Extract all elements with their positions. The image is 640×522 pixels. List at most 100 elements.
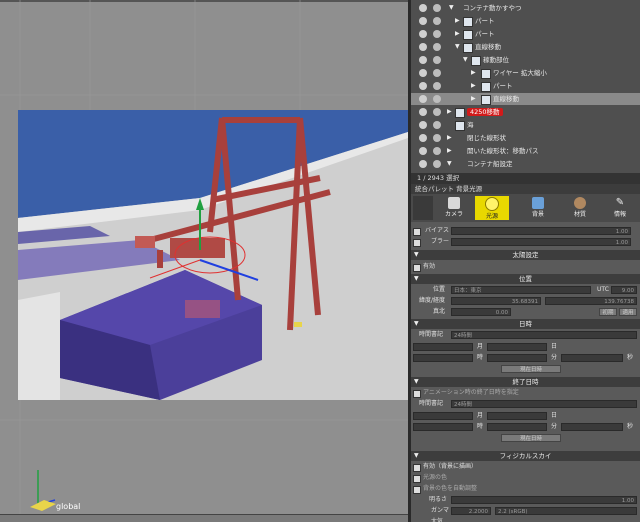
- render-icon[interactable]: [433, 108, 441, 116]
- scene-render[interactable]: [0, 0, 408, 522]
- expand-triangle-icon[interactable]: ▶: [455, 28, 460, 40]
- tab-light[interactable]: 光源: [475, 196, 509, 220]
- minute-field[interactable]: [487, 354, 547, 362]
- tree-row[interactable]: ▶ 4250移動: [411, 106, 640, 118]
- visibility-icon[interactable]: [419, 69, 427, 77]
- bg-color-checkbox[interactable]: [413, 486, 421, 494]
- bias-field[interactable]: 1.00: [451, 227, 631, 235]
- utc-field[interactable]: 9.00: [611, 286, 637, 294]
- visibility-icon[interactable]: [419, 17, 427, 25]
- expand-triangle-icon[interactable]: ▶: [447, 145, 452, 157]
- tab-material[interactable]: 材質: [563, 196, 597, 220]
- expand-triangle-icon[interactable]: ▶: [447, 132, 452, 144]
- enabled-checkbox[interactable]: [413, 264, 421, 272]
- visibility-icon[interactable]: [419, 43, 427, 51]
- tree-row[interactable]: ▼ 稼動部位: [411, 54, 640, 66]
- datetime-section-header[interactable]: ▼ 日時: [411, 319, 640, 329]
- visibility-icon[interactable]: [419, 160, 427, 168]
- expand-triangle-icon[interactable]: ▶: [471, 80, 476, 92]
- end-month-field[interactable]: [487, 412, 547, 420]
- tree-row[interactable]: ▶ パート: [411, 15, 640, 27]
- tree-row[interactable]: ▼ コンテナ動かすやつ: [411, 2, 640, 14]
- expand-triangle-icon[interactable]: ▼: [447, 158, 452, 170]
- visibility-icon[interactable]: [419, 108, 427, 116]
- end-now-button[interactable]: 現在日時: [501, 434, 561, 442]
- month-field[interactable]: [487, 343, 547, 351]
- light-color-row: 光源の色: [411, 473, 640, 483]
- tree-row[interactable]: ▶ 開いた線形状：移動パス: [411, 145, 640, 157]
- now-button[interactable]: 現在日時: [501, 365, 561, 373]
- render-icon[interactable]: [433, 56, 441, 64]
- visibility-icon[interactable]: [419, 4, 427, 12]
- end-minute-field[interactable]: [487, 423, 547, 431]
- render-icon[interactable]: [433, 147, 441, 155]
- end-time-row: 時分秒: [411, 422, 640, 432]
- expand-triangle-icon[interactable]: ▶: [455, 15, 460, 27]
- physical-section-header[interactable]: ▼ フィジカルスカイ: [411, 451, 640, 461]
- tab-scene[interactable]: [413, 196, 433, 220]
- tree-row[interactable]: 海: [411, 119, 640, 131]
- tree-row[interactable]: ▶ パート: [411, 80, 640, 92]
- sun-section-header[interactable]: ▼ 太陽設定: [411, 250, 640, 260]
- expand-triangle-icon[interactable]: ▶: [447, 106, 452, 118]
- blur-field[interactable]: 1.00: [451, 238, 631, 246]
- position-section-header[interactable]: ▼ 位置: [411, 274, 640, 284]
- second-field[interactable]: [561, 354, 623, 362]
- phys-enabled-checkbox[interactable]: [413, 464, 421, 472]
- end-year-field[interactable]: [413, 412, 473, 420]
- render-icon[interactable]: [433, 82, 441, 90]
- render-icon[interactable]: [433, 43, 441, 51]
- light-color-checkbox[interactable]: [413, 475, 421, 483]
- end-section-header[interactable]: ▼ 終了日時: [411, 377, 640, 387]
- visibility-icon[interactable]: [419, 95, 427, 103]
- end-anim-checkbox[interactable]: [413, 390, 421, 398]
- render-icon[interactable]: [433, 69, 441, 77]
- tab-info[interactable]: ✎ 情報: [603, 196, 637, 220]
- tree-row-selected[interactable]: ▶ 直線移動: [411, 93, 640, 105]
- tab-background[interactable]: 背景: [521, 196, 555, 220]
- dst-select[interactable]: 24時間: [451, 331, 637, 339]
- blur-checkbox[interactable]: [413, 239, 421, 247]
- tab-camera[interactable]: カメラ: [437, 196, 471, 220]
- year-field[interactable]: [413, 343, 473, 351]
- tree-row[interactable]: ▶ 閉じた線形状: [411, 132, 640, 144]
- end-hour-field[interactable]: [413, 423, 473, 431]
- visibility-icon[interactable]: [419, 147, 427, 155]
- tree-row[interactable]: ▼ コンテナ船設定: [411, 158, 640, 170]
- tree-row[interactable]: ▶ ワイヤー 拡大縮小: [411, 67, 640, 79]
- expand-triangle-icon[interactable]: ▶: [471, 67, 476, 79]
- render-icon[interactable]: [433, 95, 441, 103]
- apply-button[interactable]: 適用: [619, 308, 637, 316]
- dock-block: [18, 292, 60, 400]
- longitude-field[interactable]: 139.76738: [545, 297, 637, 305]
- expand-triangle-icon[interactable]: ▶: [471, 93, 476, 105]
- tree-row[interactable]: ▶ パート: [411, 28, 640, 40]
- visibility-icon[interactable]: [419, 121, 427, 129]
- end-second-field[interactable]: [561, 423, 623, 431]
- 3d-viewport[interactable]: global: [0, 0, 408, 522]
- hour-field[interactable]: [413, 354, 473, 362]
- expand-triangle-icon[interactable]: ▼: [449, 2, 454, 14]
- expand-triangle-icon[interactable]: ▼: [455, 41, 460, 53]
- expand-triangle-icon[interactable]: ▼: [463, 54, 468, 66]
- bias-checkbox[interactable]: [413, 228, 421, 236]
- north-field[interactable]: 0.00: [451, 308, 511, 316]
- visibility-icon[interactable]: [419, 134, 427, 142]
- position-select[interactable]: 日本：東京: [451, 286, 591, 294]
- gamma-select[interactable]: 2.2 (sRGB): [495, 507, 637, 515]
- visibility-icon[interactable]: [419, 30, 427, 38]
- end-dst-select[interactable]: 24時間: [451, 400, 637, 408]
- latitude-field[interactable]: 35.68391: [451, 297, 541, 305]
- visibility-icon[interactable]: [419, 56, 427, 64]
- render-icon[interactable]: [433, 30, 441, 38]
- visibility-icon[interactable]: [419, 82, 427, 90]
- render-icon[interactable]: [433, 4, 441, 12]
- tree-row[interactable]: ▼ 直線移動: [411, 41, 640, 53]
- brightness-field[interactable]: 1.00: [451, 496, 637, 504]
- render-icon[interactable]: [433, 17, 441, 25]
- render-icon[interactable]: [433, 134, 441, 142]
- gamma-field[interactable]: 2.2000: [451, 507, 491, 515]
- render-icon[interactable]: [433, 121, 441, 129]
- reset-button[interactable]: 初期: [599, 308, 617, 316]
- render-icon[interactable]: [433, 160, 441, 168]
